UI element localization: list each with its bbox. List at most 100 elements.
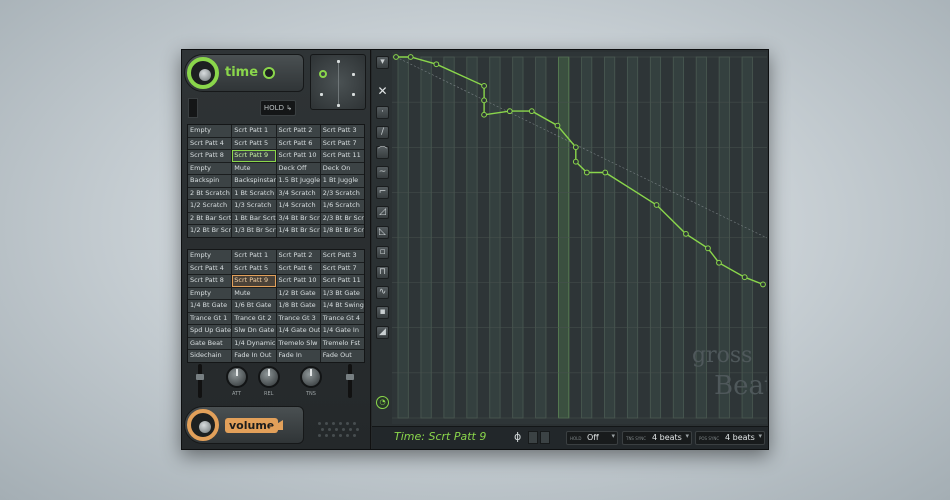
tool-pulse-button[interactable]: ⊓ (376, 266, 389, 279)
tool-ramp-button[interactable]: ◿ (376, 206, 389, 219)
next-pattern-button[interactable] (540, 431, 550, 444)
preset-cell[interactable]: 1/3 Bt Gate (320, 287, 364, 299)
preset-cell[interactable]: Trance Gt 3 (276, 312, 320, 324)
preset-cell[interactable]: Scrt Patt 6 (276, 262, 320, 274)
preset-cell[interactable]: Fade In Out (232, 350, 276, 362)
preset-cell[interactable]: Spd Up Gate (188, 325, 232, 337)
preset-cell[interactable]: Scrt Patt 10 (276, 150, 320, 162)
tool-point-button[interactable]: · (376, 106, 389, 119)
preset-cell[interactable]: Scrt Patt 7 (320, 137, 364, 149)
hold-dropdown[interactable]: HOLD Off ▾ (566, 431, 618, 445)
slider-thumb[interactable] (196, 374, 204, 380)
preset-cell[interactable]: 1/4 Gate In (320, 325, 364, 337)
preset-cell[interactable]: Scrt Patt 5 (232, 137, 276, 149)
preset-cell[interactable]: Scrt Patt 5 (232, 262, 276, 274)
preset-cell[interactable]: 1 Bt Bar Scrt (232, 212, 276, 224)
clock-icon[interactable]: ◔ (376, 396, 389, 409)
envelope-point[interactable] (572, 144, 579, 151)
pos-sync-dropdown[interactable]: POS SYNC 4 beats ▾ (695, 431, 765, 445)
tool-curve-button[interactable]: ⌒ (376, 146, 389, 159)
dropdown-menu-button[interactable]: ▾ (376, 56, 389, 69)
right-slider[interactable] (346, 364, 354, 398)
preset-cell[interactable]: Fade In (276, 350, 320, 362)
preset-cell[interactable]: 1/2 Bt Gate (276, 287, 320, 299)
preset-cell[interactable]: Fade Out (320, 350, 364, 362)
envelope-point[interactable] (716, 259, 722, 266)
tool-ramp-down-button[interactable]: ◺ (376, 226, 389, 239)
envelope-point[interactable] (433, 61, 440, 68)
preset-cell[interactable]: Tremelo Fst (320, 337, 364, 349)
envelope-point[interactable] (506, 108, 513, 115)
tool-shape-button[interactable]: ◢ (376, 326, 389, 339)
time-settings-icon[interactable] (263, 67, 275, 79)
preset-cell[interactable]: Empty (188, 287, 232, 299)
preset-cell[interactable]: Empty (188, 250, 232, 262)
envelope-point[interactable] (760, 281, 766, 288)
volume-mix-knob[interactable] (187, 409, 219, 441)
preset-cell[interactable]: Scrt Patt 3 (320, 250, 364, 262)
slot-dropdown[interactable] (188, 98, 198, 118)
preset-cell[interactable]: Gate Beat (188, 337, 232, 349)
preset-cell[interactable]: Deck Off (276, 162, 320, 174)
time-module-header[interactable]: time (184, 54, 304, 92)
envelope-point[interactable] (705, 245, 711, 252)
envelope-graph[interactable]: gross Beat (392, 52, 767, 424)
preset-cell[interactable]: Trance Gt 2 (232, 312, 276, 324)
envelope-point[interactable] (683, 230, 689, 237)
preset-cell[interactable]: Scrt Patt 9 (232, 150, 276, 162)
tool-step-button[interactable]: ⌐ (376, 186, 389, 199)
slider-thumb[interactable] (346, 374, 354, 380)
left-slider[interactable] (196, 364, 204, 398)
phase-icon[interactable]: ϕ (514, 430, 524, 444)
envelope-point[interactable] (602, 169, 609, 176)
preset-cell[interactable]: 1/8 Bt Br Scrt (320, 225, 364, 237)
envelope-point[interactable] (653, 202, 660, 208)
envelope-point[interactable] (407, 54, 414, 60)
prev-pattern-button[interactable] (528, 431, 538, 444)
envelope-point[interactable] (741, 274, 748, 281)
attack-knob[interactable] (226, 366, 248, 388)
preset-cell[interactable]: 1/2 Scratch (188, 200, 232, 212)
close-icon[interactable]: ✕ (376, 85, 389, 99)
preset-cell[interactable]: 1/3 Bt Br Scrt (232, 225, 276, 237)
preset-cell[interactable]: Scrt Patt 1 (232, 250, 276, 262)
preset-cell[interactable]: Trance Gt 4 (320, 312, 364, 324)
preset-cell[interactable]: 1 Bt Scratch (232, 187, 276, 199)
preset-cell[interactable]: 1 Bt Juggle (320, 175, 364, 187)
preset-cell[interactable]: Scrt Patt 8 (188, 150, 232, 162)
preset-cell[interactable]: 1/4 Dynamic (232, 337, 276, 349)
preset-cell[interactable]: 1/2 Bt Br Scrt (188, 225, 232, 237)
preset-cell[interactable]: Scrt Patt 8 (188, 275, 232, 287)
time-hold-button[interactable]: HOLD ↳ (260, 100, 296, 116)
preset-cell[interactable]: 1/6 Bt Gate (232, 300, 276, 312)
preset-cell[interactable]: Backspinstart (232, 175, 276, 187)
preset-cell[interactable]: Scrt Patt 10 (276, 275, 320, 287)
tool-smooth-button[interactable]: ∿ (376, 286, 389, 299)
tool-mute-button[interactable]: ▪ (376, 306, 389, 319)
release-knob[interactable] (258, 366, 280, 388)
preset-cell[interactable]: Empty (188, 125, 232, 137)
preset-cell[interactable]: 1/8 Bt Gate (276, 300, 320, 312)
preset-cell[interactable]: Scrt Patt 11 (320, 275, 364, 287)
envelope-point[interactable] (572, 158, 579, 165)
preset-cell[interactable]: 2/3 Scratch (320, 187, 364, 199)
tension-knob[interactable] (300, 366, 322, 388)
preset-cell[interactable]: Tremelo Slw (276, 337, 320, 349)
preset-cell[interactable]: Scrt Patt 2 (276, 250, 320, 262)
preset-cell[interactable]: Scrt Patt 7 (320, 262, 364, 274)
envelope-point[interactable] (583, 169, 590, 176)
preset-cell[interactable]: 1/4 Bt Br Scrt (276, 225, 320, 237)
envelope-point[interactable] (481, 97, 487, 104)
preset-cell[interactable]: 2 Bt Bar Scrt (188, 212, 232, 224)
envelope-point[interactable] (393, 54, 399, 60)
preset-cell[interactable]: 1/4 Scratch (276, 200, 320, 212)
preset-cell[interactable]: 1/6 Scratch (320, 200, 364, 212)
envelope-point[interactable] (481, 82, 487, 89)
preset-cell[interactable]: Scrt Patt 3 (320, 125, 364, 137)
time-mix-knob[interactable] (187, 57, 219, 89)
xy-cursor-icon[interactable] (319, 70, 327, 78)
preset-cell[interactable]: Scrt Patt 4 (188, 262, 232, 274)
preset-cell[interactable]: 2 Bt Scratch (188, 187, 232, 199)
preset-cell[interactable]: Scrt Patt 6 (276, 137, 320, 149)
preset-cell[interactable]: Mute (232, 162, 276, 174)
